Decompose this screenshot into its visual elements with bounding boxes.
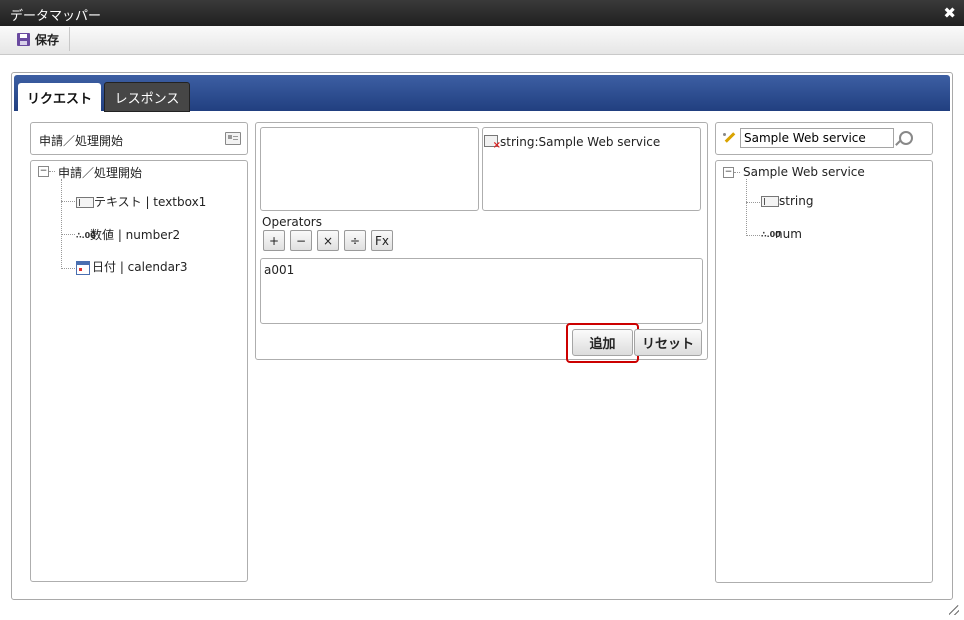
toolbar: 保存: [0, 26, 964, 55]
left-header-panel: 申請／処理開始: [30, 122, 248, 155]
source-box[interactable]: [260, 127, 479, 211]
title-bar: データマッパー ✖: [0, 0, 964, 26]
tab-bar: リクエスト レスポンス: [14, 75, 950, 112]
right-root-node[interactable]: Sample Web service: [743, 165, 865, 179]
text-field-icon: [76, 197, 94, 208]
tree-item-calendar3[interactable]: 日付 | calendar3: [76, 258, 188, 275]
target-box[interactable]: × string:Sample Web service: [482, 127, 701, 211]
tree-item-num[interactable]: ∴.00num: [761, 227, 802, 241]
left-header-title: 申請／処理開始: [39, 134, 124, 148]
close-icon[interactable]: ✖: [943, 4, 956, 22]
expression-textarea[interactable]: a001: [260, 258, 703, 324]
reset-button[interactable]: リセット: [634, 329, 702, 356]
resize-grip-icon[interactable]: [949, 605, 959, 615]
multiply-button[interactable]: ×: [317, 230, 339, 251]
tree-item-number2[interactable]: ∴.00数値 | number2: [76, 226, 180, 243]
tree-item-label: string: [779, 194, 814, 208]
broken-link-icon: ×: [484, 135, 501, 151]
tree-item-label: テキスト | textbox1: [94, 195, 207, 209]
pencil-icon[interactable]: [722, 131, 736, 145]
tree-item-textbox1[interactable]: テキスト | textbox1: [76, 193, 206, 210]
plus-button[interactable]: +: [263, 230, 285, 251]
form-icon[interactable]: [225, 132, 241, 145]
tree-item-label: 日付 | calendar3: [92, 260, 188, 274]
tree-item-string[interactable]: string: [761, 194, 813, 208]
tree-item-label: 数値 | number2: [90, 228, 181, 242]
search-input[interactable]: [740, 128, 894, 148]
save-label: 保存: [35, 32, 60, 47]
text-field-icon: [761, 196, 779, 207]
collapse-icon[interactable]: −: [723, 167, 734, 178]
tab-response[interactable]: レスポンス: [104, 82, 190, 112]
number-icon: ∴.00: [76, 231, 96, 240]
search-icon[interactable]: [895, 131, 913, 146]
divide-button[interactable]: ÷: [344, 230, 366, 251]
right-search-panel: [715, 122, 933, 155]
calendar-icon: [76, 260, 90, 275]
right-tree-panel: − Sample Web service string ∴.00num: [715, 160, 933, 583]
expression-value: a001: [264, 263, 295, 277]
window-title: データマッパー: [10, 9, 102, 24]
collapse-icon[interactable]: −: [38, 166, 49, 177]
target-label: string:Sample Web service: [500, 135, 661, 149]
tab-request[interactable]: リクエスト: [18, 83, 101, 111]
save-icon: [17, 32, 30, 46]
add-button[interactable]: 追加: [572, 329, 633, 356]
left-root-node[interactable]: 申請／処理開始: [58, 164, 142, 181]
save-button[interactable]: 保存: [7, 27, 71, 51]
left-tree-panel: − 申請／処理開始 テキスト | textbox1 ∴.00数値 | numbe…: [30, 160, 248, 582]
operators-label: Operators: [262, 215, 322, 229]
minus-button[interactable]: −: [290, 230, 312, 251]
number-icon: ∴.00: [761, 230, 781, 239]
tree-item-label: num: [775, 227, 802, 241]
function-button[interactable]: Fx: [371, 230, 393, 251]
